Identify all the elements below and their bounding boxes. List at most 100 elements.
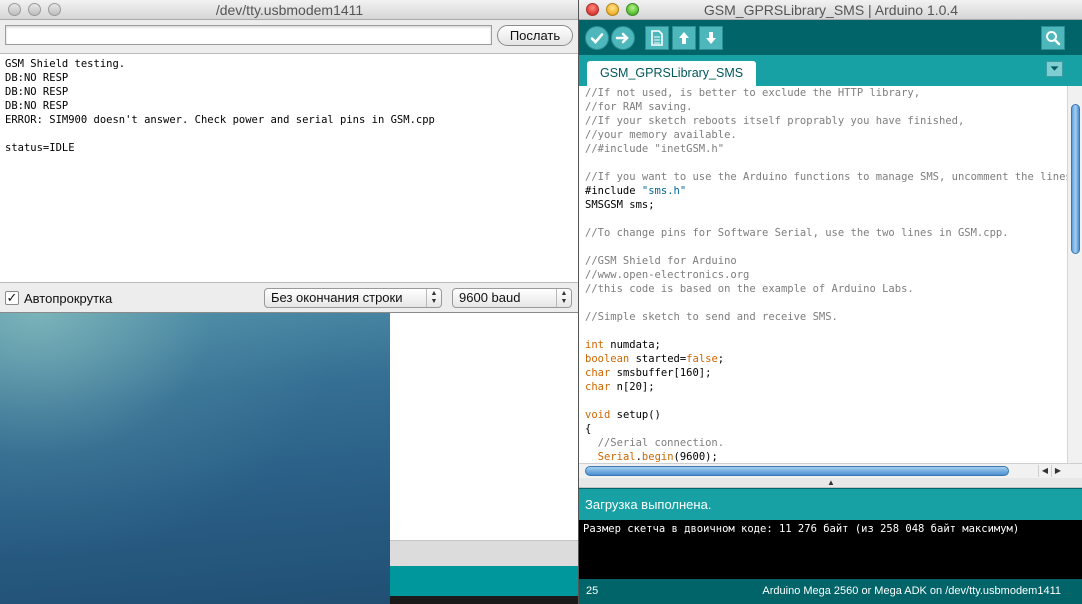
output-line: DB:NO RESP [5,72,69,84]
code-token: Serial [597,451,636,463]
code-token: boolean [585,353,630,365]
code-line: //Serial connection. [585,437,725,449]
save-icon [706,32,716,44]
vertical-scrollbar-thumb[interactable] [1071,104,1080,254]
horizontal-scrollbar[interactable]: ◀ ▶ [579,463,1082,478]
ide-tab-bar: GSM_GPRSLibrary_SMS [579,55,1082,86]
autoscroll-label: Автопрокрутка [24,290,113,306]
serial-monitor-button[interactable] [1041,26,1065,50]
upload-button[interactable] [611,26,635,50]
line-ending-value: Без окончания строки [271,290,403,305]
autoscroll-checkbox[interactable]: ✓ [5,291,19,305]
code-editor[interactable]: //If not used, is better to exclude the … [579,86,1067,463]
ide-footer: 25 Arduino Mega 2560 or Mega ADK on /dev… [579,579,1082,604]
tab-sketch[interactable]: GSM_GPRSLibrary_SMS [587,61,757,86]
verify-icon [590,33,604,44]
code-line: char smsbuffer[160]; [585,366,1067,380]
open-icon [679,32,689,44]
line-ending-select[interactable]: Без окончания строки ▲ ▼ [264,288,442,308]
code-token: begin [641,451,674,463]
code-line: //If your sketch reboots itself proprabl… [585,115,965,127]
code-token: int [585,339,604,351]
open-button[interactable] [672,26,696,50]
code-token: ; [717,353,725,365]
ide-titlebar[interactable]: GSM_GPRSLibrary_SMS | Arduino 1.0.4 [579,0,1082,20]
code-line: //this code is based on the example of A… [585,283,914,295]
baud-rate-select[interactable]: 9600 baud ▲ ▼ [452,288,572,308]
background-window-status [390,566,590,596]
serial-monitor-icon [1046,31,1061,46]
baud-rate-value: 9600 baud [459,290,521,305]
new-button[interactable] [645,26,669,50]
background-window[interactable] [390,312,590,604]
select-arrows-icon: ▲ ▼ [556,289,571,307]
scroll-left-icon[interactable]: ◀ [1038,465,1051,477]
code-line: //If not used, is better to exclude the … [585,87,921,99]
tab-menu-button[interactable] [1046,61,1063,77]
code-line: Serial.begin(9600); [585,450,1067,463]
code-line: #include "sms.h" [585,184,1067,198]
code-token: char [585,367,611,379]
code-line: int numdata; [585,338,1067,352]
serial-output[interactable]: GSM Shield testing. DB:NO RESP DB:NO RESP D… [0,53,579,283]
code-token: n[20]; [610,381,655,393]
output-line: GSM Shield testing. [5,58,126,70]
code-token: char [585,381,611,393]
code-token: started= [629,353,687,365]
code-line: boolean started=false; [585,352,1067,366]
code-line: void setup() [585,408,1067,422]
code-token: smsbuffer[160]; [610,367,712,379]
select-arrows-icon: ▲ ▼ [426,289,441,307]
code-line: //for RAM saving. [585,101,693,113]
new-icon [651,30,663,46]
status-bar: Загрузка выполнена. [579,489,1082,520]
verify-button[interactable] [585,26,609,50]
wallpaper-wave [0,312,390,604]
output-line: DB:NO RESP [5,100,69,112]
code-token: void [585,409,611,421]
serial-monitor-titlebar[interactable]: /dev/tty.usbmodem1411 [0,0,579,20]
background-window-console [390,596,590,604]
code-line: //If you want to use the Arduino functio… [585,171,1067,183]
code-line: //your memory available. [585,129,737,141]
code-line: //#include "inetGSM.h" [585,143,725,155]
code-line: //www.open-electronics.org [585,269,750,281]
code-token: numdata; [603,339,661,351]
serial-input[interactable] [5,25,492,45]
output-line: status=IDLE [5,142,75,154]
code-token: (9600); [673,451,718,463]
code-token: setup() [610,409,661,421]
code-line: char n[20]; [585,380,1067,394]
send-button[interactable]: Послать [497,25,573,46]
upload-icon [615,32,629,44]
horizontal-scrollbar-thumb[interactable] [585,466,1009,476]
save-button[interactable] [699,26,723,50]
arduino-ide-window: GSM_GPRSLibrary_SMS | Arduino 1.0.4 GSM_… [578,0,1082,604]
code-line: //GSM Shield for Arduino [585,255,737,267]
autoscroll-toggle[interactable]: ✓ Автопрокрутка [5,289,112,307]
code-line: { [585,423,592,435]
board-info: Arduino Mega 2560 or Mega ADK on /dev/tt… [762,585,1061,597]
ide-toolbar [579,21,1082,55]
output-line: ERROR: SIM900 doesn't answer. Check powe… [5,114,435,126]
background-window-divider [390,540,590,566]
scroll-right-icon[interactable]: ▶ [1051,465,1064,477]
code-line: //To change pins for Software Serial, us… [585,227,1009,239]
console-output[interactable]: Размер скетча в двоичном коде: 11 276 ба… [579,520,1082,579]
window-title: /dev/tty.usbmodem1411 [215,2,364,18]
vertical-scrollbar[interactable] [1067,86,1082,463]
code-token: #include [585,185,642,197]
chevron-down-icon [1050,66,1059,71]
editor-console-divider[interactable]: ▲ [579,478,1082,488]
chevron-up-icon[interactable]: ▲ [824,478,838,487]
line-number: 25 [586,585,599,597]
code-line: SMSGSM sms; [585,199,655,211]
